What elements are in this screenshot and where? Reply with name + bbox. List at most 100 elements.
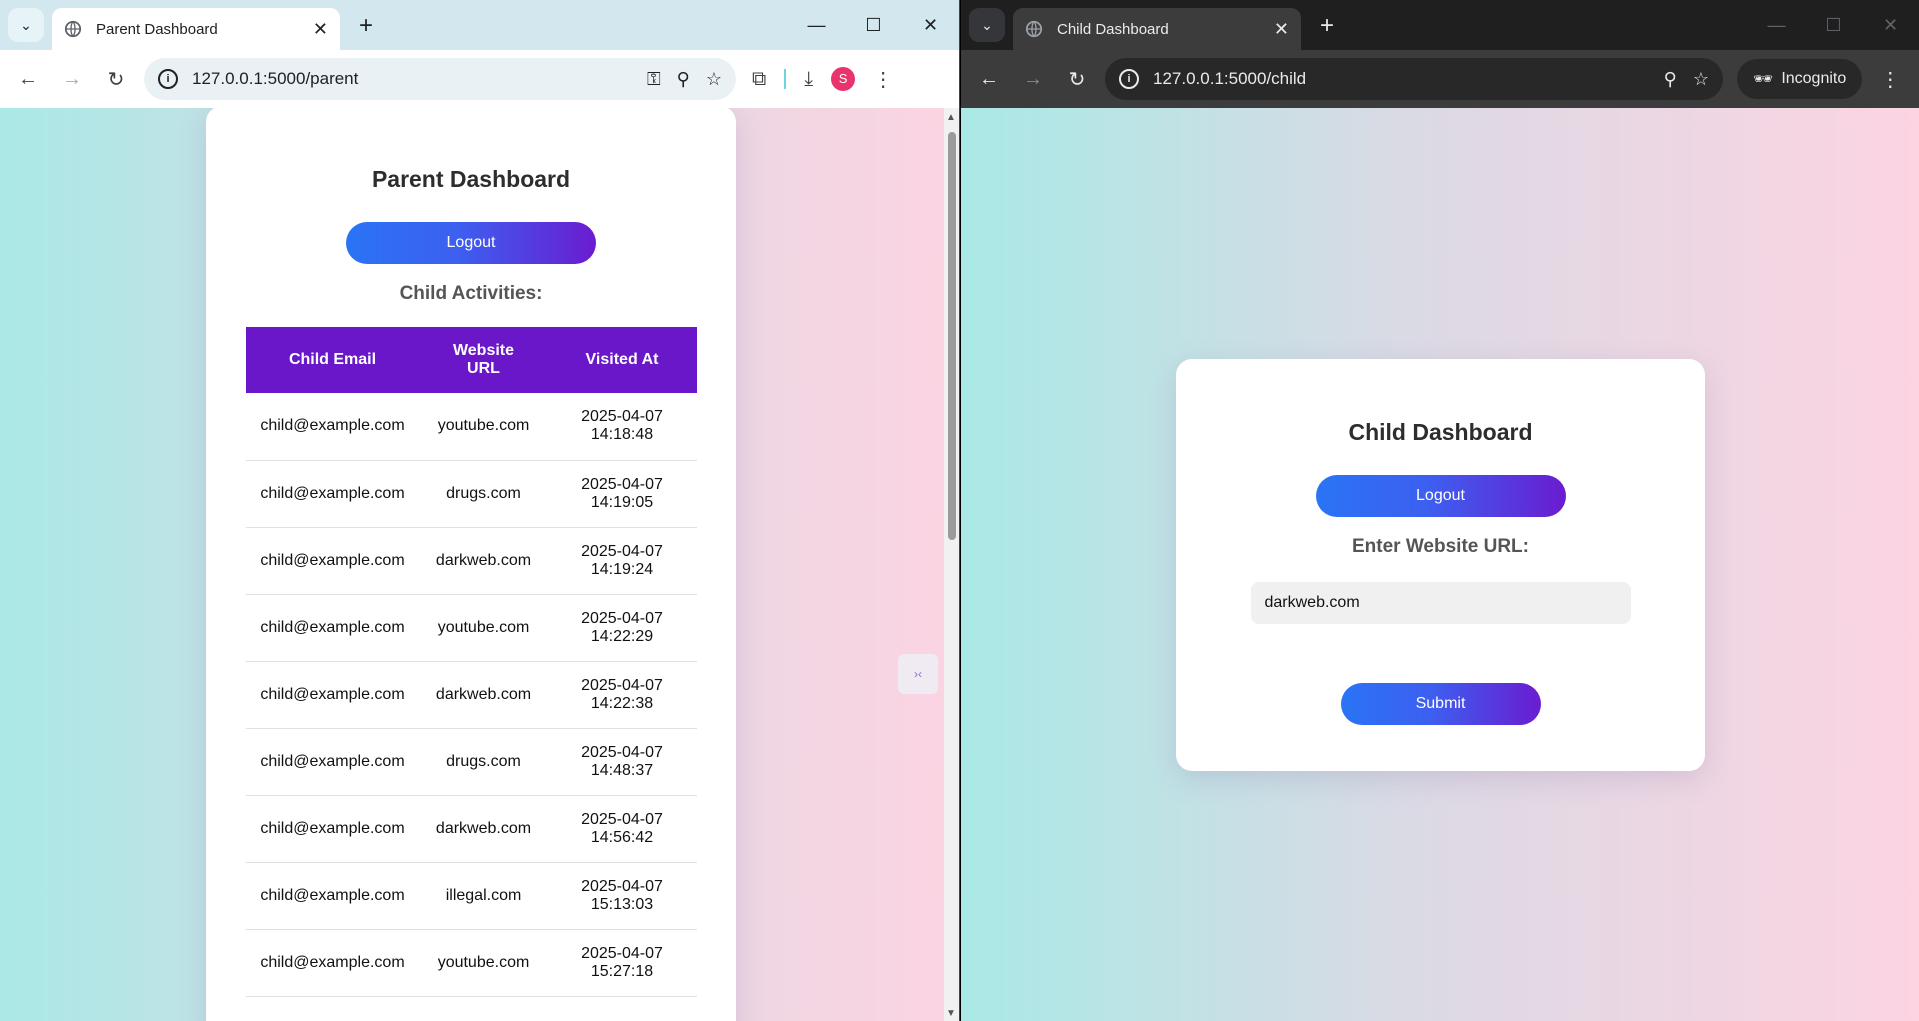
column-header: Child Email (245, 327, 420, 393)
globe-icon (1025, 20, 1043, 38)
scroll-down-icon[interactable]: ▼ (946, 1008, 956, 1019)
table-row: child@example.com youtube.com 2025-04-07 14… (245, 594, 697, 662)
menu-kebab-icon[interactable]: ⋮ (1880, 67, 1900, 92)
download-icon[interactable]: ⤓ (804, 68, 813, 91)
cell-time: 14:56:42 (590, 828, 654, 846)
cell-visited-at: 2025-04-07 14:48:37 (547, 728, 697, 796)
cell-url: youtube.com (419, 929, 548, 997)
cell-date: 2025-04-07 (581, 944, 663, 962)
reload-icon[interactable]: ↻ (94, 67, 138, 92)
title-bar: ⌄ Child Dashboard ✕ + — ☐ ✕ (961, 0, 1919, 50)
table-row: child@example.com youtube.com 2025-04-07 15… (245, 929, 697, 997)
cell-url: drugs.com (419, 460, 548, 528)
cell-url: darkweb.com (419, 527, 548, 595)
address-bar[interactable]: i 127.0.0.1:5000/child ⚲ ☆ (1105, 58, 1723, 100)
cell-email: child@example.com (245, 661, 420, 729)
password-key-icon[interactable]: ⚿ (647, 69, 661, 90)
address-bar[interactable]: i 127.0.0.1:5000/parent ⚿ ⚲ ☆ (144, 58, 736, 100)
table-row: child@example.com darkweb.com 2025-04-07 14… (245, 661, 697, 729)
site-info-icon[interactable]: i (158, 69, 178, 89)
close-tab-icon[interactable]: ✕ (1274, 19, 1289, 40)
cell-visited-at: 2025-04-07 14:18:48 (547, 393, 697, 461)
scroll-up-icon[interactable]: ▲ (946, 112, 956, 123)
extensions-icon[interactable]: ⧉ (752, 68, 766, 91)
close-window-icon[interactable]: ✕ (902, 10, 959, 40)
close-tab-icon[interactable]: ✕ (313, 19, 328, 40)
url-text: 127.0.0.1:5000/child (1153, 69, 1307, 88)
parent-browser-window: ⌄ Parent Dashboard ✕ + — ☐ ✕ ← → ↻ i 127… (0, 0, 960, 1021)
table-row: child@example.com darkweb.com 2025-04-07 14… (245, 795, 697, 863)
cell-visited-at: 2025-04-07 15:13:03 (547, 862, 697, 930)
cell-url: darkweb.com (419, 795, 548, 863)
cell-url: youtube.com (419, 594, 548, 662)
website-url-input[interactable]: darkweb.com (1250, 582, 1631, 624)
cell-url: youtube.com (419, 393, 548, 461)
logout-button[interactable]: Logout (1315, 475, 1566, 517)
cell-url: illegal.com (419, 862, 548, 930)
menu-kebab-icon[interactable]: ⋮ (873, 67, 893, 92)
website-url-label: Enter Website URL: (1351, 536, 1529, 557)
incognito-label: Incognito (1781, 70, 1847, 87)
cell-email: child@example.com (245, 862, 420, 930)
cell-date: 2025-04-07 (581, 676, 663, 694)
site-info-icon[interactable]: i (1119, 69, 1139, 89)
close-window-icon[interactable]: ✕ (1862, 10, 1919, 40)
window-controls: — ☐ ✕ (788, 10, 959, 40)
maximize-icon[interactable]: ☐ (1805, 10, 1862, 40)
tab-search-icon[interactable]: ⌄ (969, 8, 1005, 42)
forward-icon[interactable]: → (1011, 68, 1055, 91)
new-tab-icon[interactable]: + (352, 12, 380, 40)
bookmark-star-icon[interactable]: ☆ (1693, 69, 1709, 90)
page-viewport: Parent Dashboard Logout Child Activities… (0, 108, 959, 1021)
cell-visited-at: 2025-04-07 14:19:24 (547, 527, 697, 595)
incognito-badge[interactable]: 🕶 Incognito (1737, 59, 1863, 99)
side-panel-extension-icon[interactable]: ›‹ (898, 654, 938, 694)
cell-visited-at: 2025-04-07 14:22:29 (547, 594, 697, 662)
column-header: Visited At (547, 327, 697, 393)
cell-email: child@example.com (245, 594, 420, 662)
back-icon[interactable]: ← (6, 68, 50, 91)
toolbar: ← → ↻ i 127.0.0.1:5000/parent ⚿ ⚲ ☆ ⧉ ⤓ … (0, 50, 959, 108)
table-row: child@example.com drugs.com 2025-04-07 14:4… (245, 728, 697, 796)
cell-time: 14:19:24 (590, 560, 654, 578)
profile-avatar[interactable]: S (831, 67, 856, 91)
cell-date: 2025-04-07 (581, 609, 663, 627)
table-header-row: Child Email Website URL Visited At (245, 327, 697, 393)
parent-card: Parent Dashboard Logout Child Activities… (206, 108, 736, 1021)
tab-title: Parent Dashboard (96, 20, 218, 38)
cell-visited-at: 2025-04-07 15:27:18 (547, 929, 697, 997)
page-scrollbar[interactable]: ▲ ▼ (944, 108, 959, 1021)
table-row: child@example.com illegal.com 2025-04-07 15… (245, 862, 697, 930)
bookmark-star-icon[interactable]: ☆ (706, 69, 722, 90)
tab-search-icon[interactable]: ⌄ (8, 8, 44, 42)
cell-time: 14:19:05 (590, 493, 654, 511)
column-header: Website URL (419, 327, 548, 393)
tab-child-dashboard[interactable]: Child Dashboard ✕ (1013, 8, 1301, 50)
cell-url: darkweb.com (419, 661, 548, 729)
cell-email: child@example.com (245, 460, 420, 528)
back-icon[interactable]: ← (967, 68, 1011, 91)
page-title: Parent Dashboard (371, 166, 571, 192)
table-row: child@example.com drugs.com 2025-04-07 14:1… (245, 460, 697, 528)
cell-date: 2025-04-07 (581, 408, 663, 426)
logout-button[interactable]: Logout (346, 222, 596, 264)
page-viewport: Child Dashboard Logout Enter Website URL… (961, 108, 1919, 1021)
submit-button[interactable]: Submit (1340, 683, 1541, 725)
cell-email: child@example.com (245, 393, 420, 461)
minimize-icon[interactable]: — (1748, 10, 1805, 40)
cell-email: child@example.com (245, 728, 420, 796)
minimize-icon[interactable]: — (788, 10, 845, 40)
scrollbar-thumb[interactable] (948, 132, 956, 540)
title-bar: ⌄ Parent Dashboard ✕ + — ☐ ✕ (0, 0, 959, 50)
tab-parent-dashboard[interactable]: Parent Dashboard ✕ (52, 8, 340, 50)
child-activities-heading: Child Activities: (399, 283, 543, 304)
forward-icon[interactable]: → (50, 68, 94, 91)
zoom-icon[interactable]: ⚲ (677, 69, 690, 90)
table-row: child@example.com youtube.com 2025-04-07 14… (245, 393, 697, 461)
reload-icon[interactable]: ↻ (1055, 67, 1099, 92)
zoom-icon[interactable]: ⚲ (1664, 69, 1677, 90)
new-tab-icon[interactable]: + (1313, 12, 1341, 40)
cell-visited-at: 2025-04-07 14:19:05 (547, 460, 697, 528)
maximize-icon[interactable]: ☐ (845, 10, 902, 40)
website-url-value: darkweb.com (1264, 594, 1360, 611)
